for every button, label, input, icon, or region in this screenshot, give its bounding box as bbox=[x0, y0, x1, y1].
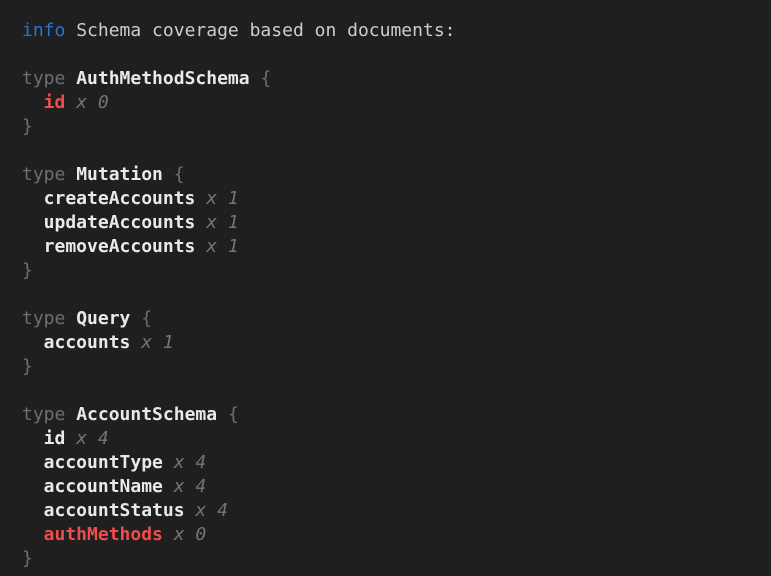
type-name: Query bbox=[76, 308, 130, 329]
field-name: accounts bbox=[44, 332, 131, 353]
type-footer: } bbox=[22, 547, 771, 571]
type-keyword: type bbox=[22, 164, 65, 185]
type-name: AccountSchema bbox=[76, 404, 217, 425]
field-count: x 4 bbox=[195, 500, 228, 521]
type-header: type AuthMethodSchema { bbox=[22, 67, 771, 91]
field-name: createAccounts bbox=[44, 188, 196, 209]
info-message: Schema coverage based on documents: bbox=[76, 20, 455, 41]
close-brace: } bbox=[22, 260, 33, 281]
type-keyword: type bbox=[22, 404, 65, 425]
field-name: id bbox=[44, 92, 66, 113]
type-header: type Query { bbox=[22, 307, 771, 331]
field-row: id x 4 bbox=[22, 427, 771, 451]
field-count: x 0 bbox=[76, 92, 109, 113]
field-count: x 4 bbox=[76, 428, 109, 449]
field-count: x 1 bbox=[206, 236, 239, 257]
field-row: accountStatus x 4 bbox=[22, 499, 771, 523]
field-count: x 1 bbox=[206, 212, 239, 233]
field-name: accountType bbox=[44, 452, 163, 473]
terminal-output: { "info": { "label": "info", "message": … bbox=[0, 0, 771, 576]
field-row: updateAccounts x 1 bbox=[22, 211, 771, 235]
type-header: type AccountSchema { bbox=[22, 403, 771, 427]
field-count: x 0 bbox=[174, 524, 207, 545]
type-keyword: type bbox=[22, 308, 65, 329]
field-row: accountType x 4 bbox=[22, 451, 771, 475]
open-brace: { bbox=[141, 308, 152, 329]
type-footer: } bbox=[22, 115, 771, 139]
open-brace: { bbox=[228, 404, 239, 425]
type-keyword: type bbox=[22, 68, 65, 89]
field-count: x 4 bbox=[174, 452, 207, 473]
field-name: accountName bbox=[44, 476, 163, 497]
close-brace: } bbox=[22, 548, 33, 569]
type-block-mutation: type Mutation { createAccounts x 1 updat… bbox=[22, 163, 771, 283]
field-name: id bbox=[44, 428, 66, 449]
open-brace: { bbox=[174, 164, 185, 185]
type-block-accountschema: type AccountSchema { id x 4 accountType … bbox=[22, 403, 771, 571]
field-row: createAccounts x 1 bbox=[22, 187, 771, 211]
open-brace: { bbox=[260, 68, 271, 89]
close-brace: } bbox=[22, 356, 33, 377]
info-badge: info bbox=[22, 20, 65, 41]
field-name: removeAccounts bbox=[44, 236, 196, 257]
field-name: updateAccounts bbox=[44, 212, 196, 233]
type-header: type Mutation { bbox=[22, 163, 771, 187]
field-row: authMethods x 0 bbox=[22, 523, 771, 547]
field-name: accountStatus bbox=[44, 500, 185, 521]
field-row: accountName x 4 bbox=[22, 475, 771, 499]
close-brace: } bbox=[22, 116, 33, 137]
type-name: AuthMethodSchema bbox=[76, 68, 249, 89]
field-name: authMethods bbox=[44, 524, 163, 545]
info-line: info Schema coverage based on documents: bbox=[22, 19, 771, 43]
field-row: id x 0 bbox=[22, 91, 771, 115]
type-footer: } bbox=[22, 259, 771, 283]
field-row: removeAccounts x 1 bbox=[22, 235, 771, 259]
type-footer: } bbox=[22, 355, 771, 379]
type-block-authmethodschema: type AuthMethodSchema { id x 0 } bbox=[22, 67, 771, 139]
field-count: x 4 bbox=[174, 476, 207, 497]
field-count: x 1 bbox=[141, 332, 174, 353]
field-count: x 1 bbox=[206, 188, 239, 209]
type-name: Mutation bbox=[76, 164, 163, 185]
type-block-query: type Query { accounts x 1 } bbox=[22, 307, 771, 379]
field-row: accounts x 1 bbox=[22, 331, 771, 355]
